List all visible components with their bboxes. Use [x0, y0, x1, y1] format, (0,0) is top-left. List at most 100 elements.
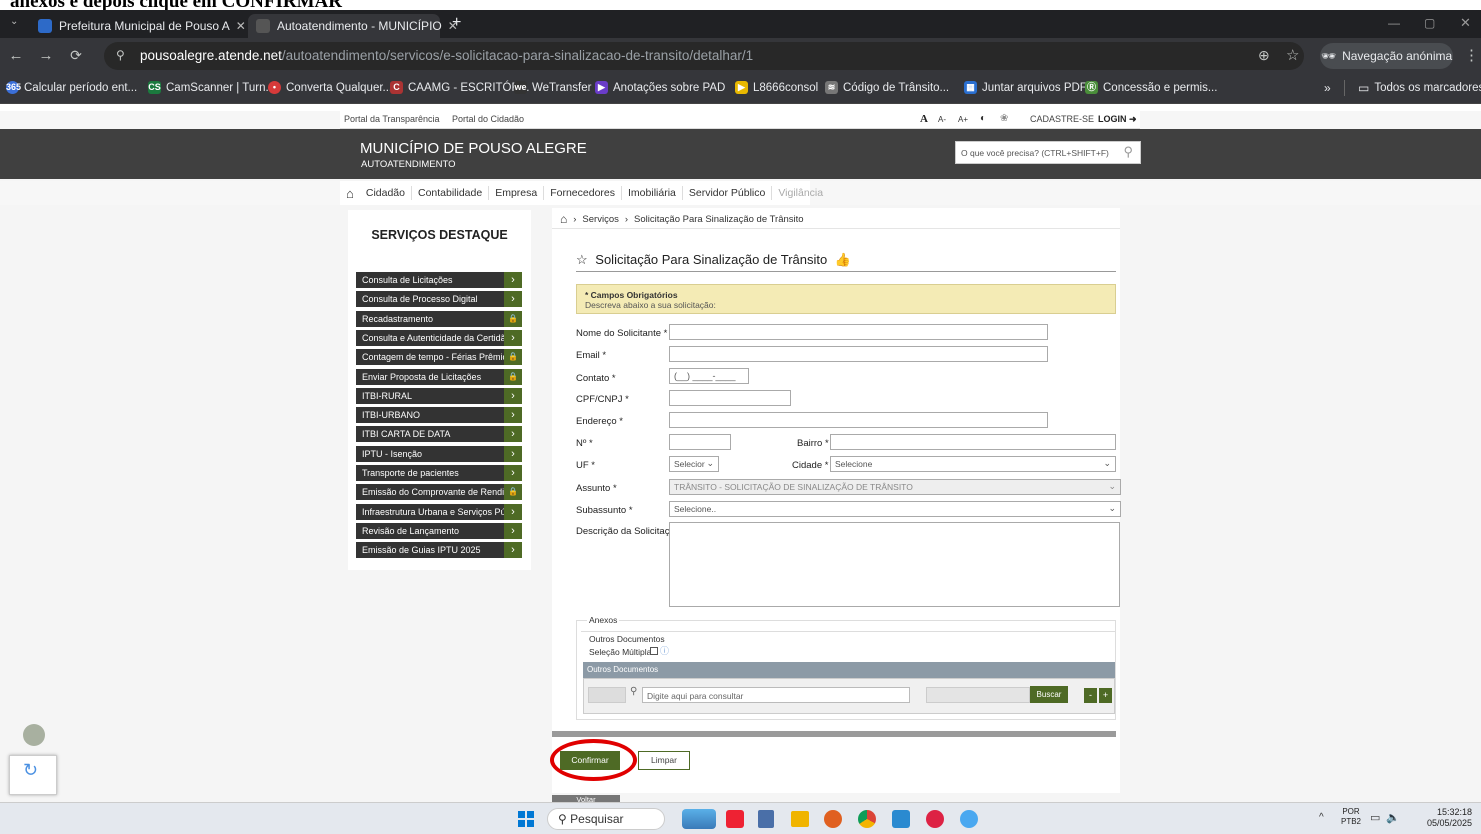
number-input[interactable] — [669, 434, 731, 450]
minimize-icon[interactable]: — — [1388, 16, 1400, 30]
font-normal-button[interactable]: A — [920, 113, 928, 125]
doc-search-input[interactable]: Digite aqui para consultar — [642, 687, 910, 703]
sidebar-item[interactable]: Contagem de tempo - Férias Prêmio 🔒 — [356, 349, 522, 366]
search-button[interactable]: Buscar — [1030, 686, 1068, 703]
add-row-button[interactable]: + — [1099, 688, 1112, 703]
font-larger-button[interactable]: A+ — [958, 115, 968, 124]
font-smaller-button[interactable]: A- — [938, 115, 946, 124]
menu-empresa[interactable]: Empresa — [489, 186, 545, 200]
subject-select[interactable]: TRÂNSITO - SOLICITAÇÃO DE SINALIZAÇÃO DE… — [669, 479, 1121, 495]
bookmark-item[interactable]: 365 Calcular período ent... — [6, 81, 137, 94]
cookie-icon[interactable] — [23, 724, 45, 746]
citizen-portal-link[interactable]: Portal do Cidadão — [452, 114, 524, 124]
code-input[interactable] — [588, 687, 626, 703]
search-icon[interactable]: ⚲ — [630, 686, 637, 697]
menu-cidadao[interactable]: Cidadão — [360, 186, 412, 200]
taskbar-search[interactable]: ⚲ Pesquisar — [547, 808, 665, 830]
home-icon[interactable]: ⌂ — [560, 212, 567, 226]
city-select[interactable]: Selecione ⌄ — [830, 456, 1116, 472]
like-icon[interactable]: 👍 — [835, 252, 851, 267]
close-window-icon[interactable]: ✕ — [1460, 15, 1471, 31]
multi-select-checkbox[interactable] — [650, 647, 658, 655]
sidebar-item[interactable]: IPTU - Isenção › — [356, 445, 522, 462]
chrome-icon[interactable] — [858, 810, 876, 828]
uf-select[interactable]: Selecior ⌄ — [669, 456, 719, 472]
menu-servidor-publico[interactable]: Servidor Público — [683, 186, 773, 200]
favorite-star-icon[interactable]: ☆ — [576, 252, 588, 267]
sidebar-item[interactable]: ITBI-URBANO › — [356, 407, 522, 424]
all-bookmarks[interactable]: ▭ Todos os marcadores — [1358, 81, 1481, 95]
forward-icon[interactable]: → — [36, 47, 56, 64]
volume-icon[interactable]: 🔈 — [1386, 811, 1400, 824]
cpf-input[interactable] — [669, 390, 791, 406]
windows-start-icon[interactable] — [518, 811, 534, 827]
tab-prefeitura[interactable]: Prefeitura Municipal de Pouso A ✕ — [30, 14, 246, 38]
sidebar-item[interactable]: Emissão do Comprovante de Rendime... 🔒 — [356, 484, 522, 501]
menu-fornecedores[interactable]: Fornecedores — [544, 186, 623, 200]
clear-button[interactable]: Limpar — [638, 751, 690, 770]
recaptcha-badge[interactable]: ↻ — [9, 755, 57, 795]
sidebar-item[interactable]: Enviar Proposta de Licitações 🔒 — [356, 368, 522, 385]
address-input[interactable] — [669, 412, 1048, 428]
subsubject-select[interactable]: Selecione.. ⌄ — [669, 501, 1121, 517]
app-icon[interactable] — [726, 810, 744, 828]
star-icon[interactable]: ☆ — [1286, 46, 1299, 64]
tab-search-icon[interactable]: ⌄ — [10, 16, 18, 27]
accessibility-icon[interactable]: ❀ — [1000, 113, 1008, 124]
reload-icon[interactable]: ⟳ — [66, 47, 86, 64]
more-bookmarks-icon[interactable]: » — [1324, 81, 1331, 95]
contact-input[interactable]: (__) ____-____ — [669, 368, 749, 384]
zoom-icon[interactable]: ⊕ — [1258, 47, 1270, 64]
site-info-icon[interactable]: ⚲ — [116, 48, 125, 62]
url-field[interactable]: ⚲ pousoalegre.atende.net/autoatendimento… — [104, 42, 1304, 70]
district-input[interactable] — [830, 434, 1116, 450]
home-icon[interactable]: ⌂ — [340, 186, 360, 201]
restore-icon[interactable]: ▢ — [1424, 16, 1435, 30]
app-icon[interactable] — [960, 810, 978, 828]
sidebar-item[interactable]: Consulta e Autenticidade da Certidão ...… — [356, 329, 522, 346]
menu-contabilidade[interactable]: Contabilidade — [412, 186, 490, 200]
bookmark-item[interactable]: C CAAMG - ESCRITÓR... — [390, 81, 529, 94]
doc-description-input[interactable] — [926, 687, 1030, 703]
bookmark-item[interactable]: Ⓡ Concessão e permis... — [1085, 81, 1217, 94]
clock[interactable]: 15:32:18 05/05/2025 — [1412, 807, 1472, 829]
contrast-icon[interactable]: ◐ — [980, 113, 986, 124]
name-input[interactable] — [669, 324, 1048, 340]
tab-autoatendimento[interactable]: Autoatendimento - MUNICÍPIO ✕ — [248, 14, 458, 38]
bookmark-item[interactable]: ▶ L8666consol — [735, 81, 818, 94]
info-icon[interactable]: ⓘ — [660, 644, 669, 657]
incognito-badge[interactable]: 🕶 Navegação anónima — [1320, 43, 1453, 69]
remove-row-button[interactable]: - — [1084, 688, 1097, 703]
menu-vigilancia[interactable]: Vigilância — [772, 186, 829, 200]
sidebar-item[interactable]: Recadastramento 🔒 — [356, 310, 522, 327]
description-textarea[interactable] — [669, 522, 1120, 607]
sidebar-item[interactable]: ITBI CARTA DE DATA › — [356, 426, 522, 443]
firefox-icon[interactable] — [824, 810, 842, 828]
menu-kebab-icon[interactable]: ⋮ — [1464, 46, 1479, 64]
sidebar-item[interactable]: Revisão de Lançamento › — [356, 522, 522, 539]
bookmark-item[interactable]: CS CamScanner | Turn... — [148, 81, 275, 94]
sidebar-item[interactable]: Transporte de pacientes › — [356, 465, 522, 481]
bookmark-item[interactable]: ≋ Código de Trânsito... — [825, 81, 949, 94]
site-search-input[interactable]: O que você precisa? (CTRL+SHIFT+F) ⚲ — [955, 141, 1141, 164]
menu-imobiliaria[interactable]: Imobiliária — [622, 186, 683, 200]
calculator-icon[interactable] — [758, 810, 774, 828]
file-explorer-icon[interactable] — [791, 811, 809, 827]
chevron-up-icon[interactable]: ^ — [1319, 812, 1324, 823]
sidebar-item[interactable]: Consulta de Licitações › — [356, 272, 522, 288]
app-icon[interactable] — [892, 810, 910, 828]
network-icon[interactable]: ▭ — [1370, 811, 1380, 824]
language-indicator[interactable]: POR PTB2 — [1341, 807, 1361, 827]
bookmark-item[interactable]: • Converta Qualquer... — [268, 81, 392, 94]
bookmark-item[interactable]: we WeTransfer — [514, 81, 591, 94]
bookmark-item[interactable]: ▦ Juntar arquivos PDF — [964, 81, 1087, 94]
bookmark-item[interactable]: ▶ Anotações sobre PAD — [595, 81, 725, 94]
sidebar-item[interactable]: Consulta de Processo Digital › — [356, 291, 522, 308]
search-icon[interactable]: ⚲ — [1123, 144, 1133, 160]
back-icon[interactable]: ← — [6, 47, 26, 64]
sidebar-item[interactable]: ITBI-RURAL › — [356, 387, 522, 404]
sidebar-item[interactable]: Infraestrutura Urbana e Serviços Públi..… — [356, 503, 522, 520]
email-input[interactable] — [669, 346, 1048, 362]
new-tab-button[interactable]: + — [452, 14, 461, 32]
app-icon[interactable] — [926, 810, 944, 828]
